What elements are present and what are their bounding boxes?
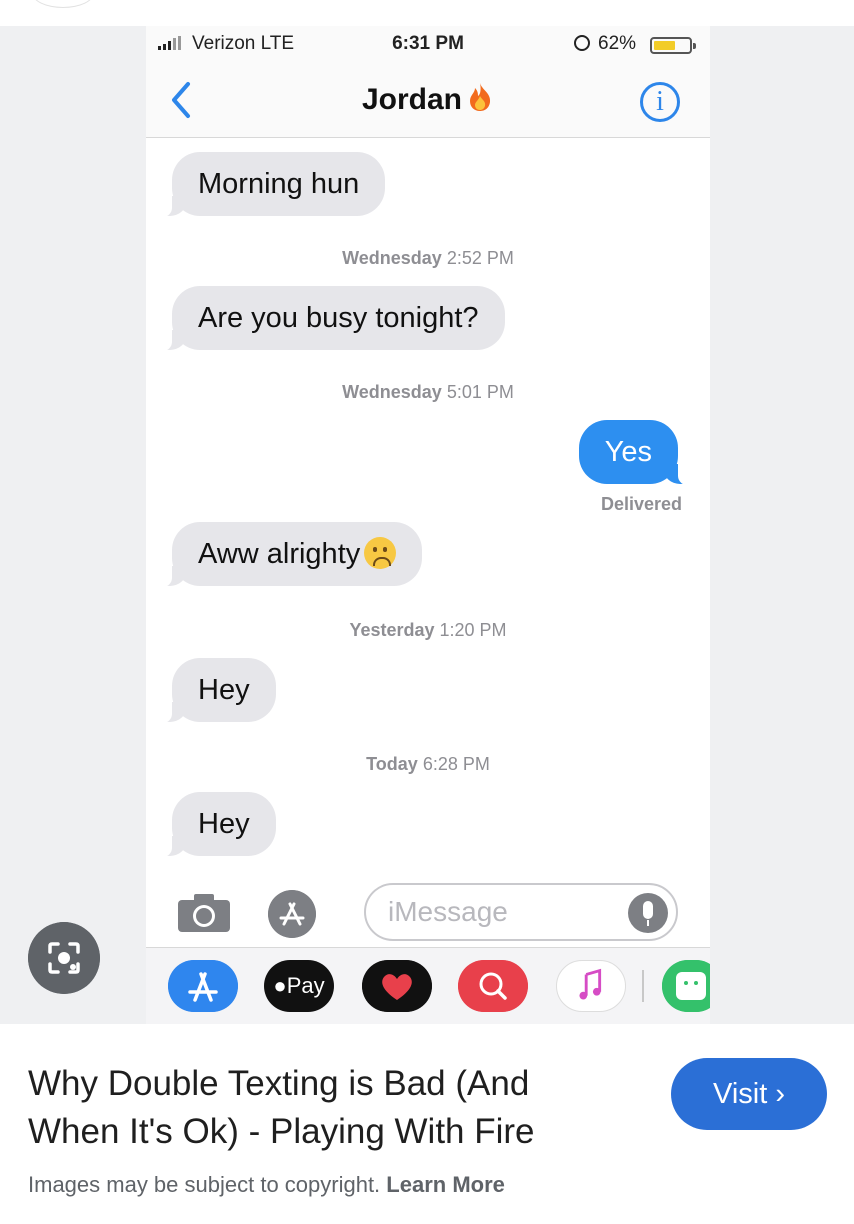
microphone-icon[interactable] bbox=[628, 893, 668, 933]
fire-emoji-icon bbox=[470, 83, 491, 111]
phone-screenshot: Verizon LTE 6:31 PM 62% Jordan i Morning… bbox=[146, 26, 710, 1024]
timestamp: Yesterday 1:20 PM bbox=[349, 620, 507, 640]
incoming-message[interactable]: Hey bbox=[154, 658, 276, 724]
visit-button[interactable]: Visit › bbox=[671, 1058, 827, 1130]
battery-percent: 62% bbox=[598, 33, 637, 54]
incoming-message[interactable]: Aww alrighty bbox=[153, 522, 423, 588]
copyright-notice: Images may be subject to copyright. Lear… bbox=[28, 1172, 505, 1197]
top-control-edge bbox=[32, 0, 94, 8]
info-icon[interactable]: i bbox=[640, 82, 680, 122]
outgoing-message[interactable]: Yes bbox=[578, 420, 697, 486]
conversation-header: Jordan i bbox=[146, 66, 710, 138]
timestamp: Today 6:28 PM bbox=[366, 754, 490, 774]
frowning-face-emoji-icon bbox=[364, 537, 397, 569]
battery-icon bbox=[650, 37, 696, 54]
input-bar: iMessage bbox=[146, 878, 710, 948]
result-footer: Why Double Texting is Bad (And When It's … bbox=[0, 1024, 854, 1224]
incoming-message[interactable]: Hey bbox=[154, 792, 276, 858]
status-bar: Verizon LTE 6:31 PM 62% bbox=[146, 26, 710, 66]
result-title[interactable]: Why Double Texting is Bad (And When It's … bbox=[28, 1060, 588, 1156]
music-icon[interactable] bbox=[556, 960, 626, 1012]
incoming-message[interactable]: Morning hun bbox=[153, 152, 386, 218]
camera-icon[interactable] bbox=[176, 892, 232, 934]
images-search-icon[interactable] bbox=[458, 960, 528, 1012]
learn-more-link[interactable]: Learn More bbox=[386, 1172, 505, 1197]
tray-divider bbox=[642, 970, 644, 1002]
timestamp: Wednesday 5:01 PM bbox=[342, 382, 514, 402]
app-store-icon[interactable] bbox=[268, 890, 316, 938]
timestamp: Wednesday 2:52 PM bbox=[342, 248, 514, 268]
imessage-input[interactable]: iMessage bbox=[364, 883, 678, 941]
orientation-lock-icon bbox=[574, 35, 590, 51]
digital-touch-icon[interactable] bbox=[362, 960, 432, 1012]
battery-fill bbox=[654, 41, 675, 50]
stickers-icon[interactable] bbox=[662, 960, 710, 1012]
app-store-icon[interactable] bbox=[168, 960, 238, 1012]
app-drawer: ●Pay bbox=[146, 948, 710, 1024]
top-strip bbox=[0, 0, 854, 26]
lens-icon[interactable] bbox=[28, 922, 100, 994]
delivered-status: Delivered bbox=[600, 494, 682, 514]
chevron-right-icon: › bbox=[775, 1078, 785, 1110]
incoming-message[interactable]: Are you busy tonight? bbox=[154, 286, 505, 352]
message-list: Morning hun Wednesday 2:52 PM Are you bu… bbox=[146, 138, 710, 878]
contact-name[interactable]: Jordan bbox=[146, 82, 710, 117]
apple-pay-icon[interactable]: ●Pay bbox=[264, 960, 334, 1012]
